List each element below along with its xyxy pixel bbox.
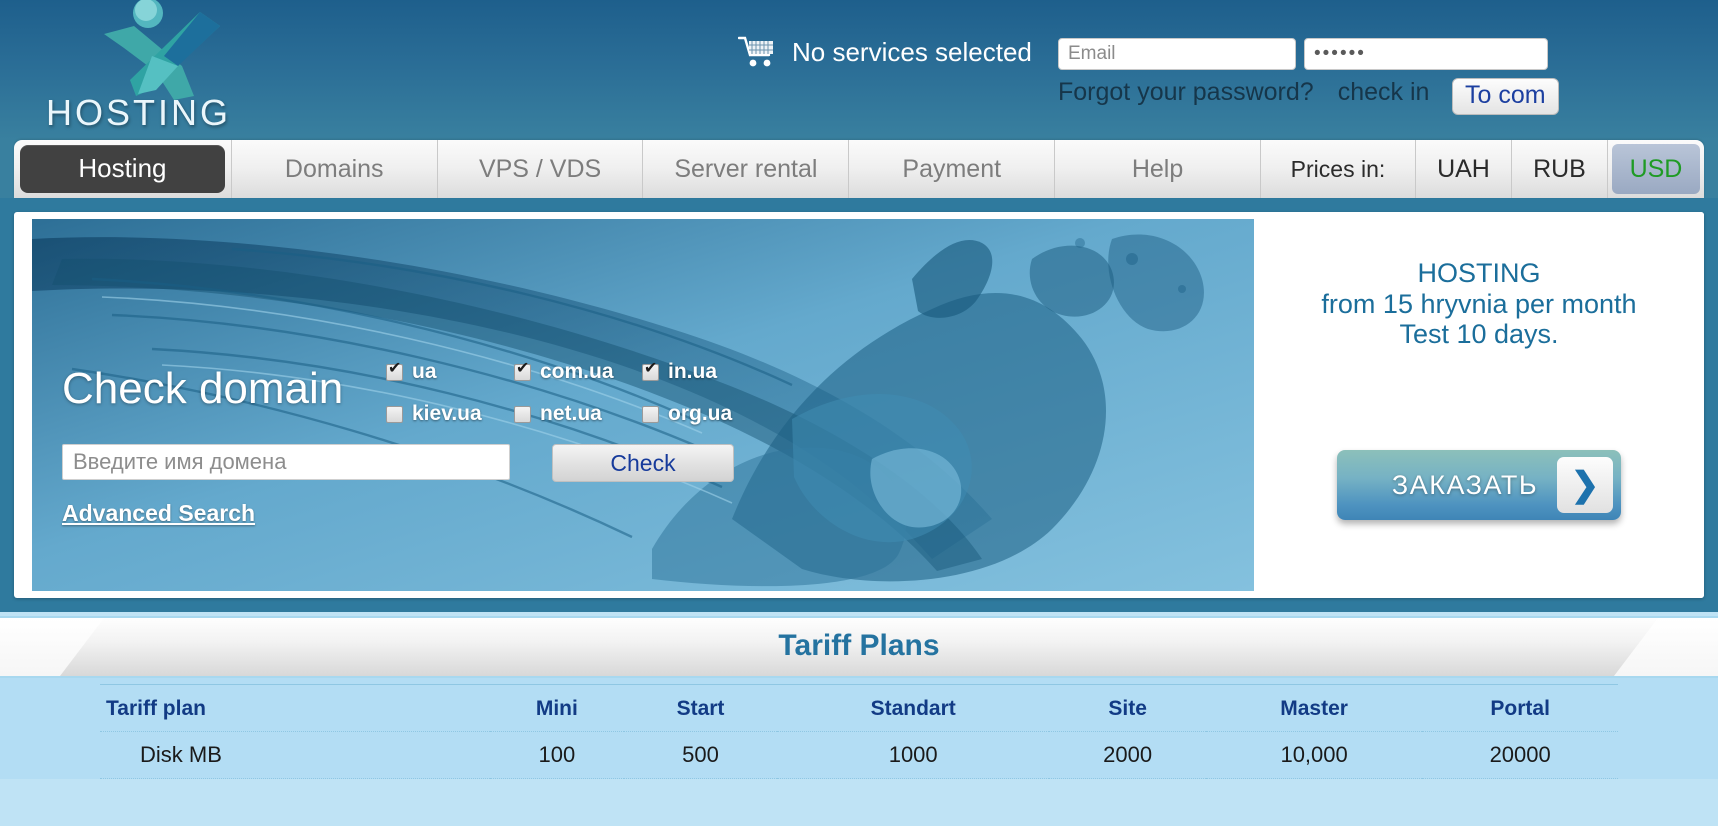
domain-search-input[interactable] [62, 444, 510, 480]
zone-org-ua[interactable]: org.ua [642, 402, 766, 426]
col-site: Site [1049, 684, 1206, 732]
tariff-table-body: Disk MB 100 500 1000 2000 10,000 20000 [100, 731, 1618, 779]
currency-usd[interactable]: USD [1608, 140, 1704, 198]
tariff-plans-title: Tariff Plans [778, 629, 940, 662]
checkbox-org-ua[interactable] [642, 405, 659, 423]
nav-tab-domains[interactable]: Domains [232, 140, 438, 198]
table-row: Disk MB 100 500 1000 2000 10,000 20000 [100, 731, 1618, 779]
col-start: Start [623, 684, 777, 732]
checkbox-in-ua[interactable] [642, 361, 659, 381]
col-tariff-plan: Tariff plan [100, 684, 490, 732]
zone-in-ua-label: in.ua [668, 360, 718, 383]
site-logo[interactable]: HOSTING [22, 0, 252, 136]
zone-ua[interactable]: ua [386, 360, 514, 384]
login-submit-button[interactable]: To com [1452, 78, 1559, 115]
cell-row-label: Disk MB [100, 731, 490, 779]
zone-net-ua[interactable]: net.ua [514, 402, 642, 426]
nav-tab-payment[interactable]: Payment [849, 140, 1056, 198]
hero-section: Check domain ua com.ua in.ua kiev.ua [0, 198, 1718, 612]
tariff-table: Tariff plan Mini Start Standart Site Mas… [100, 684, 1618, 779]
cell-master: 10,000 [1205, 731, 1423, 779]
currency-usd-label: USD [1611, 144, 1700, 194]
nav-tab-vps-vds[interactable]: VPS / VDS [438, 140, 644, 198]
tariff-table-head: Tariff plan Mini Start Standart Site Mas… [100, 684, 1618, 732]
cell-mini: 100 [489, 731, 624, 779]
hero-form-overlay: Check domain ua com.ua in.ua kiev.ua [14, 212, 1704, 598]
nav-tab-server-rental[interactable]: Server rental [643, 140, 850, 198]
nav-tab-hosting[interactable]: Hosting [14, 140, 232, 198]
tariff-table-container: Tariff plan Mini Start Standart Site Mas… [0, 678, 1718, 779]
logo-text: HOSTING [46, 92, 232, 133]
advanced-search-link[interactable]: Advanced Search [62, 500, 255, 527]
zone-ua-label: ua [412, 360, 437, 383]
cell-portal: 20000 [1422, 731, 1618, 779]
cart-label: No services selected [792, 36, 1032, 67]
zone-net-ua-label: net.ua [540, 402, 602, 425]
zone-com-ua[interactable]: com.ua [514, 360, 642, 384]
check-domain-button[interactable]: Check [552, 444, 734, 482]
zone-org-ua-label: org.ua [668, 402, 733, 425]
col-mini: Mini [489, 684, 624, 732]
nav-tab-help[interactable]: Help [1055, 140, 1261, 198]
hero-card: Check domain ua com.ua in.ua kiev.ua [14, 212, 1704, 598]
navigation-bar: Hosting Domains VPS / VDS Server rental … [14, 140, 1704, 198]
domain-zone-checkboxes: ua com.ua in.ua kiev.ua net.ua [386, 360, 766, 426]
forgot-password-link[interactable]: Forgot your password? [1058, 78, 1314, 107]
tariff-plans-banner: Tariff Plans [0, 616, 1718, 678]
zone-kiev-ua[interactable]: kiev.ua [386, 402, 514, 426]
cell-site: 2000 [1049, 731, 1206, 779]
login-form [1058, 38, 1548, 70]
check-domain-title: Check domain [62, 364, 344, 413]
cell-start: 500 [623, 731, 777, 779]
zone-kiev-ua-label: kiev.ua [412, 402, 482, 425]
site-header: HOSTING No services selected Forgot you [0, 0, 1718, 140]
check-in-link[interactable]: check in [1338, 78, 1430, 107]
email-field[interactable] [1058, 38, 1296, 70]
shopping-cart-icon [737, 35, 778, 69]
zone-com-ua-label: com.ua [540, 360, 614, 383]
checkbox-net-ua[interactable] [514, 405, 531, 423]
col-portal: Portal [1422, 684, 1618, 732]
currency-rub[interactable]: RUB [1512, 140, 1608, 198]
table-header-row: Tariff plan Mini Start Standart Site Mas… [100, 684, 1618, 732]
password-field[interactable] [1304, 38, 1548, 70]
navigation-bar-container: Hosting Domains VPS / VDS Server rental … [0, 140, 1718, 198]
prices-in-label: Prices in: [1261, 140, 1416, 198]
login-links: Forgot your password? check in [1058, 78, 1429, 107]
zone-in-ua[interactable]: in.ua [642, 360, 766, 384]
checkbox-ua[interactable] [386, 361, 403, 381]
col-standart: Standart [777, 684, 1050, 732]
cart-status[interactable]: No services selected [737, 35, 1032, 69]
nav-tab-hosting-label: Hosting [20, 145, 225, 193]
checkbox-com-ua[interactable] [514, 361, 531, 381]
col-master: Master [1205, 684, 1423, 732]
checkbox-kiev-ua[interactable] [386, 405, 403, 423]
currency-uah[interactable]: UAH [1416, 140, 1512, 198]
cell-standart: 1000 [777, 731, 1050, 779]
